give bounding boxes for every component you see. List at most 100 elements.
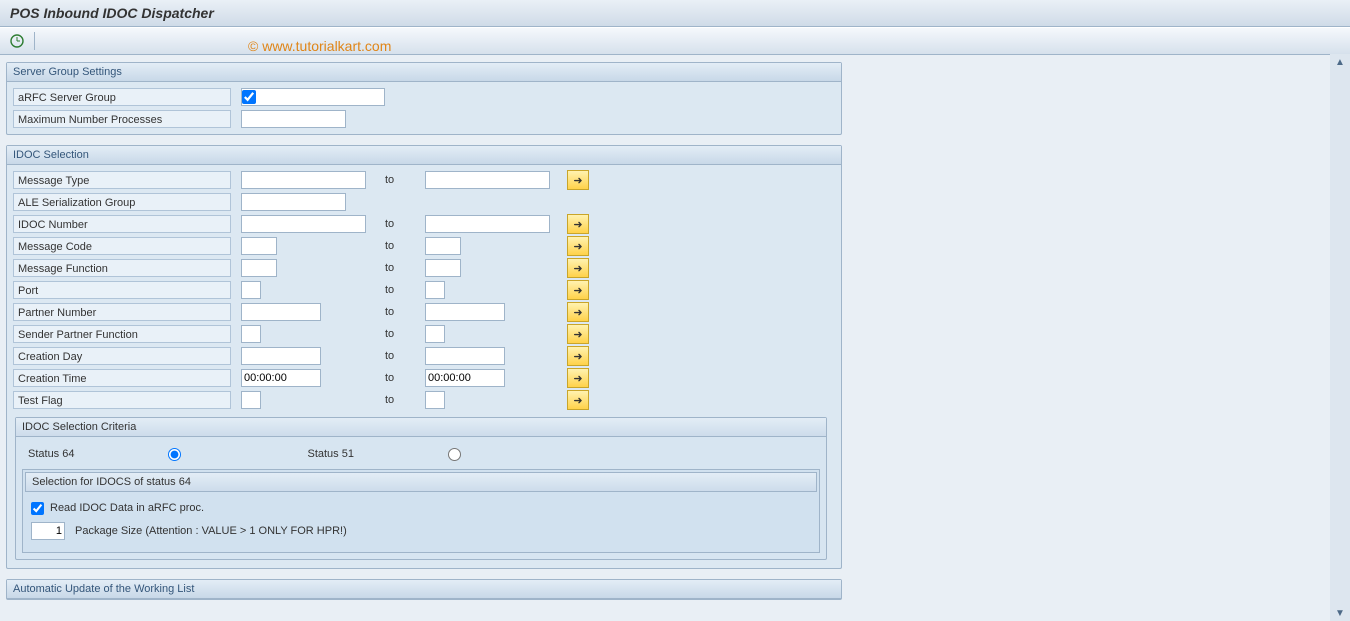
package-size-row: Package Size (Attention : VALUE > 1 ONLY… bbox=[25, 520, 817, 542]
message-code-multiselect-button[interactable]: ➜ bbox=[567, 236, 589, 256]
to-label: to bbox=[385, 306, 394, 318]
creation-time-from-input[interactable] bbox=[241, 369, 321, 387]
port-row: Port to ➜ bbox=[13, 279, 835, 301]
sender-partner-function-row: Sender Partner Function to ➜ bbox=[13, 323, 835, 345]
idoc-number-to-input[interactable] bbox=[425, 215, 550, 233]
to-label: to bbox=[385, 218, 394, 230]
arfc-server-group-input[interactable] bbox=[262, 89, 372, 105]
message-function-to-input[interactable] bbox=[425, 259, 461, 277]
max-processes-row: Maximum Number Processes bbox=[13, 108, 835, 130]
arrow-right-icon: ➜ bbox=[573, 372, 582, 385]
port-to-input[interactable] bbox=[425, 281, 445, 299]
creation-time-multiselect-button[interactable]: ➜ bbox=[567, 368, 589, 388]
arrow-right-icon: ➜ bbox=[573, 262, 582, 275]
status51-radio[interactable] bbox=[448, 448, 461, 461]
to-label: to bbox=[385, 240, 394, 252]
vertical-scrollbar[interactable]: ▲ ▼ bbox=[1330, 54, 1350, 621]
to-label: to bbox=[385, 372, 394, 384]
creation-day-row: Creation Day to ➜ bbox=[13, 345, 835, 367]
partner-number-label: Partner Number bbox=[13, 303, 231, 321]
idoc-criteria-title: IDOC Selection Criteria bbox=[16, 418, 826, 437]
app-window: POS Inbound IDOC Dispatcher Server Group… bbox=[0, 0, 1350, 621]
server-group-panel: Server Group Settings aRFC Server Group … bbox=[6, 62, 842, 135]
test-flag-row: Test Flag to ➜ bbox=[13, 389, 835, 411]
message-type-to-input[interactable] bbox=[425, 171, 550, 189]
idoc-criteria-panel: IDOC Selection Criteria Status 64 Status… bbox=[15, 417, 827, 560]
creation-time-label: Creation Time bbox=[13, 369, 231, 387]
partner-number-from-input[interactable] bbox=[241, 303, 321, 321]
to-label: to bbox=[385, 174, 394, 186]
content-area: Server Group Settings aRFC Server Group … bbox=[0, 54, 1330, 621]
to-label: to bbox=[385, 328, 394, 340]
creation-day-label: Creation Day bbox=[13, 347, 231, 365]
ale-group-label: ALE Serialization Group bbox=[13, 193, 231, 211]
port-from-input[interactable] bbox=[241, 281, 261, 299]
status51-label: Status 51 bbox=[307, 448, 353, 460]
creation-day-to-input[interactable] bbox=[425, 347, 505, 365]
message-code-to-input[interactable] bbox=[425, 237, 461, 255]
message-type-from-input[interactable] bbox=[241, 171, 366, 189]
arfc-server-group-checkbox[interactable] bbox=[242, 90, 256, 104]
message-code-label: Message Code bbox=[13, 237, 231, 255]
arrow-right-icon: ➜ bbox=[573, 218, 582, 231]
port-multiselect-button[interactable]: ➜ bbox=[567, 280, 589, 300]
message-function-from-input[interactable] bbox=[241, 259, 277, 277]
partner-number-multiselect-button[interactable]: ➜ bbox=[567, 302, 589, 322]
status-radio-row: Status 64 Status 51 bbox=[22, 443, 820, 465]
message-function-label: Message Function bbox=[13, 259, 231, 277]
auto-update-panel: Automatic Update of the Working List bbox=[6, 579, 842, 600]
arrow-right-icon: ➜ bbox=[573, 350, 582, 363]
sender-partner-function-to-input[interactable] bbox=[425, 325, 445, 343]
ale-group-row: ALE Serialization Group bbox=[13, 191, 835, 213]
idoc-number-label: IDOC Number bbox=[13, 215, 231, 233]
arrow-right-icon: ➜ bbox=[573, 328, 582, 341]
sender-partner-function-from-input[interactable] bbox=[241, 325, 261, 343]
test-flag-to-input[interactable] bbox=[425, 391, 445, 409]
arrow-right-icon: ➜ bbox=[573, 306, 582, 319]
read-idoc-checkbox[interactable] bbox=[31, 502, 44, 515]
scroll-down-icon[interactable]: ▼ bbox=[1332, 605, 1348, 621]
read-idoc-row: Read IDOC Data in aRFC proc. bbox=[25, 498, 817, 518]
to-label: to bbox=[385, 394, 394, 406]
message-type-row: Message Type to ➜ bbox=[13, 169, 835, 191]
to-label: to bbox=[385, 284, 394, 296]
arfc-server-group-row: aRFC Server Group bbox=[13, 86, 835, 108]
ale-group-input[interactable] bbox=[241, 193, 346, 211]
server-group-title: Server Group Settings bbox=[7, 63, 841, 82]
read-idoc-label: Read IDOC Data in aRFC proc. bbox=[50, 502, 204, 514]
auto-update-title: Automatic Update of the Working List bbox=[7, 580, 841, 599]
scroll-up-icon[interactable]: ▲ bbox=[1332, 54, 1348, 70]
message-function-multiselect-button[interactable]: ➜ bbox=[567, 258, 589, 278]
execute-button[interactable] bbox=[8, 32, 26, 50]
arrow-right-icon: ➜ bbox=[573, 284, 582, 297]
creation-time-to-input[interactable] bbox=[425, 369, 505, 387]
package-size-input[interactable] bbox=[31, 522, 65, 540]
max-processes-input[interactable] bbox=[241, 110, 346, 128]
sender-partner-function-label: Sender Partner Function bbox=[13, 325, 231, 343]
partner-number-to-input[interactable] bbox=[425, 303, 505, 321]
page-title: POS Inbound IDOC Dispatcher bbox=[0, 0, 1350, 27]
arfc-server-group-label: aRFC Server Group bbox=[13, 88, 231, 106]
message-code-from-input[interactable] bbox=[241, 237, 277, 255]
test-flag-from-input[interactable] bbox=[241, 391, 261, 409]
idoc-selection-title: IDOC Selection bbox=[7, 146, 841, 165]
idoc-number-multiselect-button[interactable]: ➜ bbox=[567, 214, 589, 234]
arrow-right-icon: ➜ bbox=[573, 240, 582, 253]
status64-radio[interactable] bbox=[168, 448, 181, 461]
creation-time-row: Creation Time to ➜ bbox=[13, 367, 835, 389]
message-type-label: Message Type bbox=[13, 171, 231, 189]
creation-day-from-input[interactable] bbox=[241, 347, 321, 365]
test-flag-multiselect-button[interactable]: ➜ bbox=[567, 390, 589, 410]
arrow-right-icon: ➜ bbox=[573, 394, 582, 407]
package-size-label: Package Size (Attention : VALUE > 1 ONLY… bbox=[75, 525, 347, 537]
toolbar-separator bbox=[34, 32, 35, 50]
to-label: to bbox=[385, 350, 394, 362]
message-type-multiselect-button[interactable]: ➜ bbox=[567, 170, 589, 190]
arrow-right-icon: ➜ bbox=[573, 174, 582, 187]
to-label: to bbox=[385, 262, 394, 274]
creation-day-multiselect-button[interactable]: ➜ bbox=[567, 346, 589, 366]
idoc-selection-panel: IDOC Selection Message Type to ➜ ALE Ser… bbox=[6, 145, 842, 569]
sender-partner-function-multiselect-button[interactable]: ➜ bbox=[567, 324, 589, 344]
message-code-row: Message Code to ➜ bbox=[13, 235, 835, 257]
idoc-number-from-input[interactable] bbox=[241, 215, 366, 233]
